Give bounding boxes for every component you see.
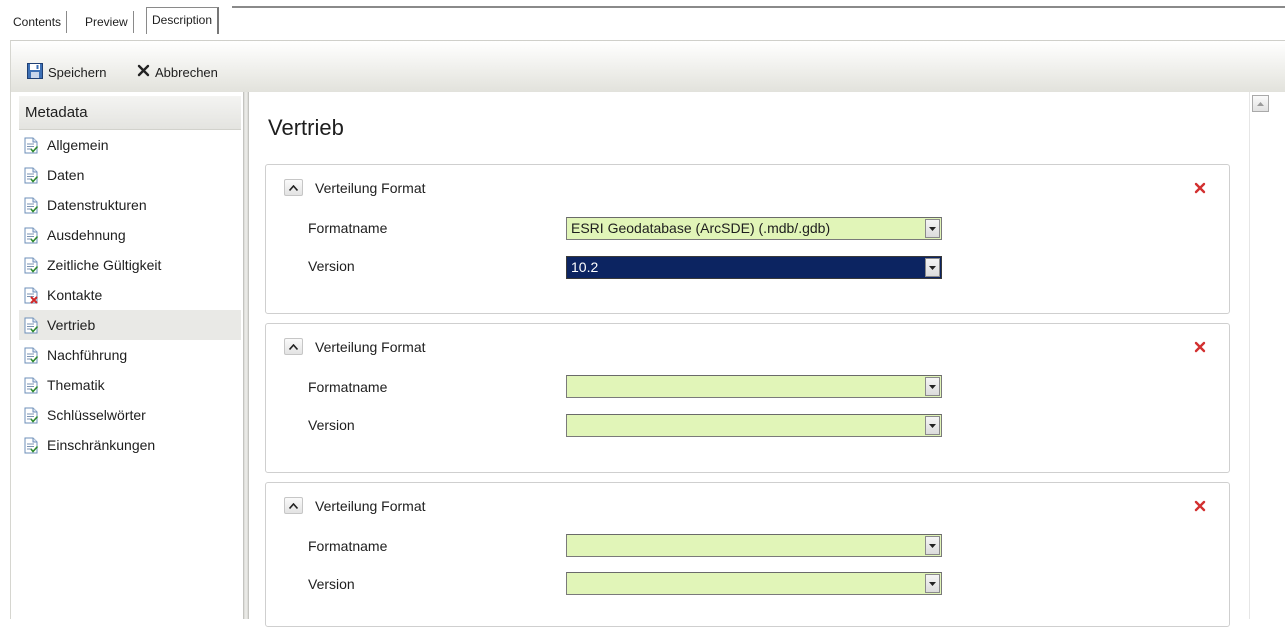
section-header: Verteilung Format [284, 338, 426, 355]
document-check-icon [23, 407, 39, 424]
section-title: Verteilung Format [315, 338, 426, 355]
version-label: Version [308, 576, 355, 592]
sidebar-list: Allgemein Daten Datenstrukturen Ausdehnu… [19, 130, 241, 460]
chevron-up-icon [289, 343, 298, 350]
dropdown-arrow-icon[interactable] [925, 536, 940, 555]
cancel-button-label: Abbrechen [155, 64, 218, 80]
document-check-icon [23, 197, 39, 214]
scroll-up-button[interactable] [1252, 95, 1269, 112]
version-value: 10.2 [571, 259, 599, 275]
sidebar: Metadata Allgemein Daten Datenstrukturen… [19, 96, 243, 619]
version-label: Version [308, 258, 355, 274]
tab-strip: Contents Preview Description [0, 0, 1285, 40]
document-check-icon [23, 317, 39, 334]
sidebar-item-label: Nachführung [47, 347, 128, 363]
toolbar: Speichern Abbrechen [10, 40, 1285, 92]
format-name-combobox[interactable] [566, 534, 942, 557]
document-check-icon [23, 227, 39, 244]
dropdown-arrow-icon[interactable] [925, 416, 940, 435]
sidebar-item-thematik[interactable]: Thematik [19, 370, 241, 400]
distribution-format-section: Verteilung Format Formatname ESRI Geodat… [265, 164, 1230, 314]
remove-section-icon[interactable] [1193, 181, 1207, 195]
sidebar-item-label: Zeitliche Gültigkeit [47, 257, 162, 273]
main-content: Vertrieb Verteilung Format Formatname ES… [249, 92, 1249, 627]
sidebar-item-label: Thematik [47, 377, 105, 393]
collapse-button[interactable] [284, 497, 303, 514]
format-name-combobox[interactable]: ESRI Geodatabase (ArcSDE) (.mdb/.gdb) [566, 217, 942, 240]
format-name-label: Formatname [308, 538, 388, 554]
format-name-value: ESRI Geodatabase (ArcSDE) (.mdb/.gdb) [571, 220, 831, 236]
sidebar-header: Metadata [19, 96, 241, 130]
distribution-format-section: Verteilung Format Formatname Version [265, 323, 1230, 473]
chevron-up-icon [289, 502, 298, 509]
sidebar-item-kontakte[interactable]: Kontakte [19, 280, 241, 310]
tab-strip-border [232, 6, 1285, 8]
sidebar-item-label: Ausdehnung [47, 227, 126, 243]
tab-contents[interactable]: Contents [8, 11, 68, 33]
version-combobox[interactable]: 10.2 [566, 256, 942, 279]
document-check-icon [23, 257, 39, 274]
vertical-scrollbar[interactable] [1249, 92, 1271, 619]
section-header: Verteilung Format [284, 497, 426, 514]
document-check-icon [23, 377, 39, 394]
document-check-icon [23, 167, 39, 184]
dropdown-arrow-icon[interactable] [925, 219, 940, 238]
document-check-icon [23, 347, 39, 364]
format-name-label: Formatname [308, 220, 388, 236]
save-button[interactable]: Speichern [27, 62, 107, 82]
collapse-button[interactable] [284, 338, 303, 355]
floppy-disk-icon [27, 62, 43, 82]
sidebar-item-label: Allgemein [47, 137, 109, 153]
document-check-icon [23, 137, 39, 154]
section-title: Verteilung Format [315, 497, 426, 514]
sidebar-item-label: Kontakte [47, 287, 103, 303]
collapse-button[interactable] [284, 179, 303, 196]
sidebar-item-label: Vertrieb [47, 317, 96, 333]
sidebar-item-schluesselwoerter[interactable]: Schlüsselwörter [19, 400, 241, 430]
cancel-button[interactable]: Abbrechen [137, 63, 218, 81]
version-combobox[interactable] [566, 414, 942, 437]
section-title: Verteilung Format [315, 179, 426, 196]
version-label: Version [308, 417, 355, 433]
document-error-icon [23, 287, 39, 304]
sidebar-item-label: Daten [47, 167, 85, 183]
section-header: Verteilung Format [284, 179, 426, 196]
sidebar-item-label: Einschränkungen [47, 437, 156, 453]
version-combobox[interactable] [566, 572, 942, 595]
sidebar-item-daten[interactable]: Daten [19, 160, 241, 190]
sidebar-item-einschraenkungen[interactable]: Einschränkungen [19, 430, 241, 460]
distribution-format-section: Verteilung Format Formatname Version [265, 482, 1230, 627]
sidebar-item-datenstrukturen[interactable]: Datenstrukturen [19, 190, 241, 220]
close-icon [137, 64, 150, 80]
document-check-icon [23, 437, 39, 454]
format-name-combobox[interactable] [566, 375, 942, 398]
dropdown-arrow-icon[interactable] [925, 377, 940, 396]
sidebar-item-nachfuehrung[interactable]: Nachführung [19, 340, 241, 370]
tab-preview[interactable]: Preview [80, 11, 134, 33]
dropdown-arrow-icon[interactable] [925, 258, 940, 277]
sidebar-item-zeitliche-gueltigkeit[interactable]: Zeitliche Gültigkeit [19, 250, 241, 280]
page-title: Vertrieb [268, 115, 344, 140]
format-name-label: Formatname [308, 379, 388, 395]
remove-section-icon[interactable] [1193, 340, 1207, 354]
sidebar-item-label: Datenstrukturen [47, 197, 147, 213]
save-button-label: Speichern [48, 64, 107, 80]
remove-section-icon[interactable] [1193, 499, 1207, 513]
tab-description[interactable]: Description [146, 7, 220, 34]
sidebar-item-ausdehnung[interactable]: Ausdehnung [19, 220, 241, 250]
dropdown-arrow-icon[interactable] [925, 574, 940, 593]
chevron-up-icon [289, 184, 298, 191]
sidebar-item-allgemein[interactable]: Allgemein [19, 130, 241, 160]
sidebar-item-label: Schlüsselwörter [47, 407, 146, 423]
chevron-up-icon [1257, 101, 1264, 106]
sidebar-item-vertrieb[interactable]: Vertrieb [19, 310, 241, 340]
metadata-editor-window: Contents Preview Description Speichern A… [0, 0, 1285, 627]
